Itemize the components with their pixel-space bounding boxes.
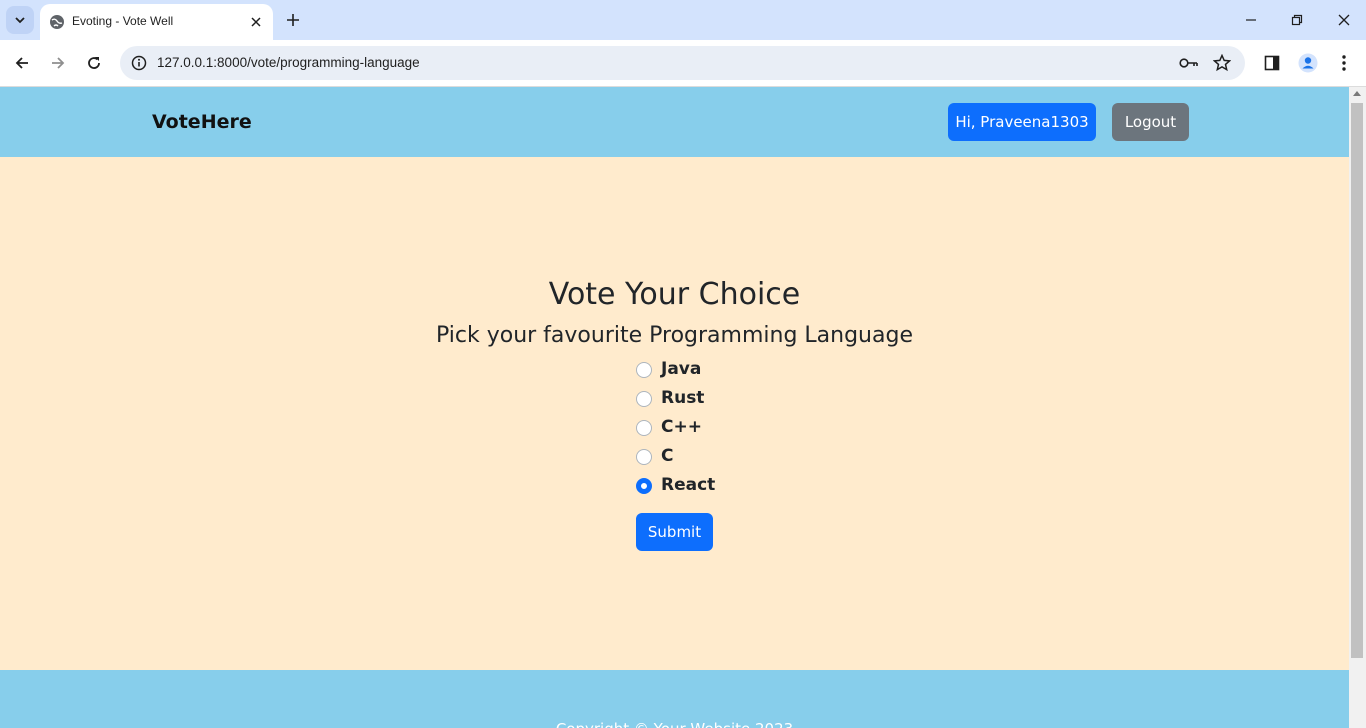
close-icon — [1338, 14, 1350, 26]
page-title: Vote Your Choice — [548, 277, 801, 312]
address-bar[interactable]: 127.0.0.1:8000/vote/programming-language — [120, 46, 1245, 80]
option-label[interactable]: Rust — [661, 388, 704, 408]
tab-close-button[interactable] — [247, 13, 265, 31]
plus-icon — [287, 14, 299, 26]
side-panel-button[interactable] — [1260, 50, 1284, 76]
tab-strip: Evoting - Vote Well — [0, 0, 1366, 40]
side-panel-icon — [1264, 55, 1280, 71]
close-icon — [251, 17, 261, 27]
arrow-right-icon — [52, 57, 65, 69]
info-icon — [131, 55, 147, 71]
submit-button[interactable]: Submit — [636, 513, 713, 551]
option-label[interactable]: Java — [661, 359, 701, 379]
bookmark-button[interactable] — [1212, 53, 1232, 73]
site-footer: Copyright © Your Website 2023 — [0, 670, 1349, 728]
star-icon — [1213, 54, 1231, 72]
globe-icon — [50, 15, 64, 29]
page-scrollbar[interactable] — [1349, 87, 1366, 728]
option-label[interactable]: React — [661, 475, 715, 495]
close-window-button[interactable] — [1329, 6, 1359, 34]
key-icon — [1179, 58, 1198, 68]
browser-toolbar: 127.0.0.1:8000/vote/programming-language — [0, 40, 1366, 87]
minimize-icon — [1246, 19, 1256, 21]
more-vertical-icon — [1342, 55, 1346, 71]
reload-icon — [88, 57, 100, 69]
radio-c[interactable] — [636, 449, 652, 465]
profile-button[interactable] — [1296, 50, 1320, 76]
vote-section: Vote Your Choice Pick your favourite Pro… — [0, 157, 1349, 670]
option-label[interactable]: C++ — [661, 417, 702, 437]
chevron-down-icon — [15, 17, 25, 24]
minimize-button[interactable] — [1236, 6, 1266, 34]
logout-button[interactable]: Logout — [1112, 103, 1189, 141]
option-c[interactable]: C — [636, 446, 756, 477]
option-rust[interactable]: Rust — [636, 388, 756, 419]
scrollbar-thumb[interactable] — [1351, 103, 1363, 658]
password-key-button[interactable] — [1179, 53, 1199, 73]
copyright-text: Copyright © Your Website 2023 — [0, 720, 1349, 728]
menu-button[interactable] — [1332, 50, 1356, 76]
user-greeting-button[interactable]: Hi, Praveena1303 — [948, 103, 1096, 141]
radio-react[interactable] — [636, 478, 652, 494]
poll-question: Pick your favourite Programming Language — [436, 323, 913, 348]
restore-button[interactable] — [1282, 6, 1312, 34]
forward-button[interactable] — [44, 49, 72, 77]
profile-icon — [1298, 53, 1318, 73]
option-label[interactable]: C — [661, 446, 673, 466]
url-text: 127.0.0.1:8000/vote/programming-language — [157, 55, 420, 70]
browser-tab[interactable]: Evoting - Vote Well — [40, 4, 273, 40]
back-button[interactable] — [8, 49, 36, 77]
tab-title: Evoting - Vote Well — [72, 14, 174, 28]
brand-logo[interactable]: VoteHere — [152, 111, 252, 133]
option-java[interactable]: Java — [636, 359, 756, 390]
radio-rust[interactable] — [636, 391, 652, 407]
vote-options: Java Rust C++ C React — [636, 359, 756, 506]
restore-icon — [1291, 14, 1303, 26]
tab-search-button[interactable] — [6, 6, 34, 34]
radio-java[interactable] — [636, 362, 652, 378]
site-navbar: VoteHere Hi, Praveena1303 Logout — [0, 87, 1349, 157]
site-info-button[interactable] — [128, 52, 150, 74]
option-react[interactable]: React — [636, 475, 756, 506]
reload-button[interactable] — [80, 49, 108, 77]
page-viewport: VoteHere Hi, Praveena1303 Logout Vote Yo… — [0, 87, 1349, 728]
new-tab-button[interactable] — [282, 9, 304, 31]
scroll-up-arrow-icon[interactable] — [1353, 91, 1361, 96]
arrow-left-icon — [15, 57, 28, 69]
radio-cpp[interactable] — [636, 420, 652, 436]
option-cpp[interactable]: C++ — [636, 417, 756, 448]
